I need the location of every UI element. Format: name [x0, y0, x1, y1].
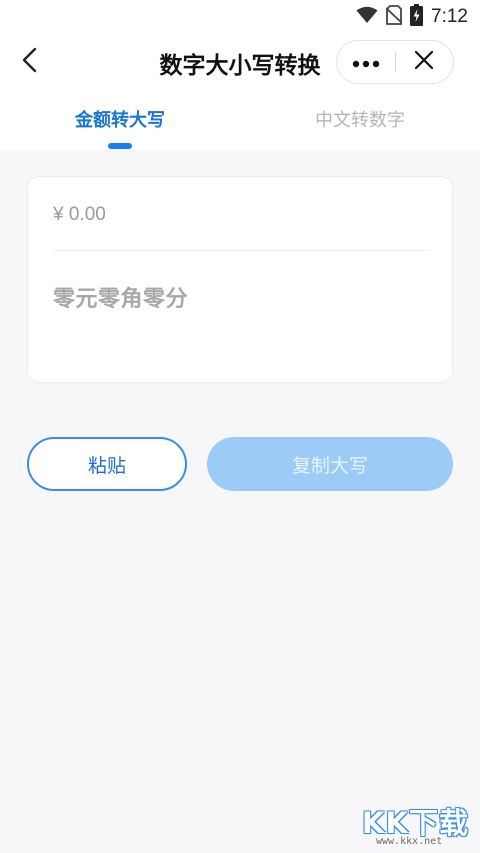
nav-bar: 数字大小写转换: [0, 34, 480, 90]
amount-input[interactable]: [53, 197, 429, 233]
tab-chinese-to-number[interactable]: 中文转数字: [240, 106, 480, 132]
close-button[interactable]: [395, 41, 453, 83]
close-icon: [414, 50, 434, 74]
tab-indicator: [108, 143, 132, 149]
status-icons: 7:12: [356, 4, 468, 30]
capsule-menu: [336, 40, 454, 84]
card-divider: [53, 250, 429, 251]
copy-uppercase-button[interactable]: 复制大写: [207, 437, 453, 491]
page-title: 数字大小写转换: [159, 53, 321, 79]
back-button[interactable]: [10, 42, 50, 82]
chevron-left-icon: [21, 47, 39, 77]
watermark-logo-text: KK下载: [362, 806, 469, 840]
no-sim-icon: [385, 5, 403, 29]
uppercase-result: 零元零角零分: [53, 287, 189, 312]
watermark-url: www.kkx.net: [376, 836, 443, 847]
tab-bar: 金额转大写 中文转数字: [0, 98, 480, 150]
battery-charging-icon: [410, 4, 424, 30]
status-bar: 7:12: [0, 0, 480, 34]
tab-amount-to-uppercase[interactable]: 金额转大写: [0, 106, 240, 132]
status-time: 7:12: [431, 6, 468, 27]
more-dots-icon: [352, 53, 380, 72]
converter-card: 零元零角零分: [27, 176, 453, 383]
more-button[interactable]: [337, 41, 395, 83]
watermark: KK下载 www.kkx.net: [362, 800, 474, 848]
wifi-icon: [356, 6, 378, 28]
paste-button[interactable]: 粘贴: [27, 437, 187, 491]
